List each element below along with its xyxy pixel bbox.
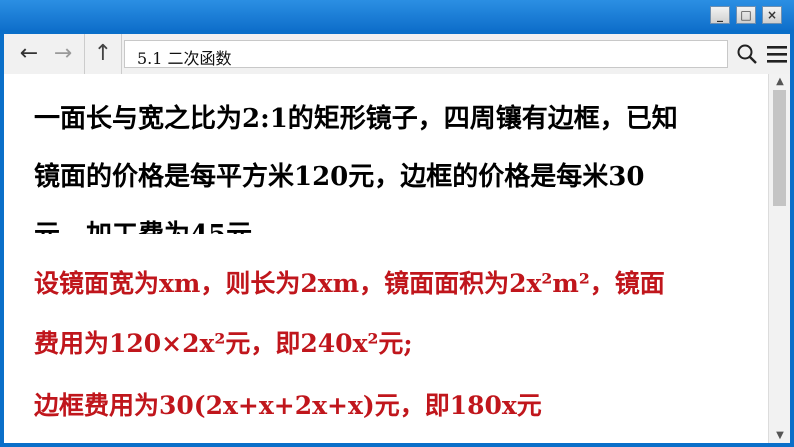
address-bar[interactable]: 5.1 二次函数: [124, 40, 728, 68]
minimize-button[interactable]: _: [710, 6, 730, 24]
maximize-button[interactable]: □: [736, 6, 756, 24]
problem-line-3: 元，加工费为45元: [34, 214, 252, 234]
menu-icon[interactable]: [758, 34, 794, 74]
address-text: 5.1 二次函数: [137, 49, 232, 68]
scroll-up-arrow-icon[interactable]: ▲: [769, 76, 791, 87]
problem-line-1: 一面长与宽之比为2:1的矩形镜子，四周镶有边框，已知: [34, 104, 678, 134]
vertical-scrollbar[interactable]: ▲ ▼: [768, 74, 790, 443]
back-icon[interactable]: ←: [10, 34, 48, 74]
answer-panel: 设镜面宽为xm，则长为2xm，镜面面积为2x²m²，镜面 费用为120×2x²元…: [20, 238, 768, 443]
scroll-down-arrow-icon[interactable]: ▼: [769, 430, 791, 441]
problem-text: 一面长与宽之比为2:1的矩形镜子，四周镶有边框，已知 镜面的价格是每平方米120…: [4, 74, 768, 234]
up-icon[interactable]: ↑: [84, 34, 122, 74]
answer-line-1: 设镜面宽为xm，则长为2xm，镜面面积为2x²m²，镜面: [34, 269, 665, 298]
answer-line-3: 边框费用为30(2x+x+2x+x)元，即180x元: [34, 391, 542, 420]
scrollbar-thumb[interactable]: [773, 90, 786, 206]
hamburger-icon: [767, 46, 787, 63]
document-view[interactable]: 一面长与宽之比为2:1的矩形镜子，四周镶有边框，已知 镜面的价格是每平方米120…: [4, 74, 790, 443]
forward-icon[interactable]: →: [44, 34, 82, 74]
search-icon-graphic: [737, 44, 757, 64]
problem-line-2: 镜面的价格是每平方米120元，边框的价格是每米30: [34, 162, 645, 192]
close-button[interactable]: ×: [762, 6, 782, 24]
answer-line-2: 费用为120×2x²元，即240x²元;: [34, 329, 413, 358]
toolbar: ← → ↑ 5.1 二次函数: [4, 34, 790, 74]
app-window: _ □ × ← → ↑ 5.1 二次函数 一面长与宽之比为2:1的矩形镜子，四周…: [0, 0, 794, 447]
title-bar[interactable]: _ □ ×: [0, 0, 794, 30]
